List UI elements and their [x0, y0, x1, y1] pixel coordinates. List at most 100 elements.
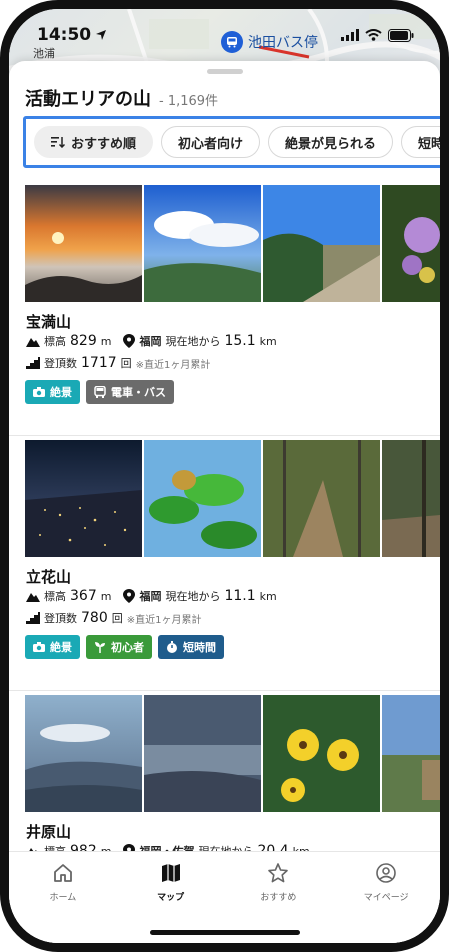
tag-short-time[interactable]: 短時間: [158, 635, 224, 659]
chip-label: 短時: [418, 136, 445, 152]
tab-label: おすすめ: [260, 893, 297, 903]
chip-scenic[interactable]: 絶景が見られる: [268, 126, 394, 158]
mountain-name: 井原山: [26, 823, 72, 841]
mountain-card[interactable]: 宝満山 標高 829 m 福岡 現在地から 15.1 km 登頂数 1717 回 ※直…: [9, 181, 440, 436]
bottom-sheet: 活動エリアの山 - 1,169件 おすすめ順 初心者向け 絶景が見られる 短時: [9, 61, 440, 943]
distance-unit: km: [259, 334, 277, 348]
status-time: 14:50: [37, 25, 107, 45]
tab-label: マイページ: [363, 893, 409, 903]
tag-label: 絶景: [50, 386, 72, 399]
climbs-value: 780: [81, 610, 108, 626]
location-pin-icon: [123, 589, 136, 603]
location-pin-icon: [123, 334, 136, 348]
chip-short-time[interactable]: 短時: [401, 126, 445, 158]
user-icon: [376, 863, 396, 883]
climbs-label: 登頂数: [44, 357, 77, 370]
distance-unit: km: [259, 589, 277, 603]
stairs-icon: [26, 612, 40, 624]
photo-sunset-clouds[interactable]: [25, 185, 142, 302]
signal-icon: [341, 29, 359, 41]
phone-frame: 14:50 池浦 池田バス停 活動エリアの山 - 1,169件 おすすめ順 初心…: [0, 0, 449, 952]
map-icon: [161, 864, 180, 882]
distance-value: 11.1: [224, 588, 256, 604]
photo-purple-flower[interactable]: [382, 185, 440, 302]
photo-green-leaves[interactable]: [144, 440, 261, 557]
photo-strip[interactable]: [25, 185, 440, 302]
result-count: - 1,169件: [159, 94, 219, 109]
photo-yellow-flowers[interactable]: [263, 695, 380, 812]
prefecture-label: 福岡: [139, 335, 162, 348]
mountain-name: 宝満山: [26, 313, 72, 331]
climbs-row: 登頂数 780 回 ※直近1ヶ月累計: [26, 610, 201, 626]
climbs-row: 登頂数 1717 回 ※直近1ヶ月累計: [26, 355, 210, 371]
photo-strip[interactable]: [25, 695, 440, 812]
photo-woodland[interactable]: [382, 440, 440, 557]
climbs-note: ※直近1ヶ月累計: [126, 614, 202, 626]
photo-summit-sign[interactable]: [382, 695, 440, 812]
mountain-card[interactable]: 立花山 標高 367 m 福岡 現在地から 11.1 km 登頂数 780 回 ※直近…: [9, 436, 440, 691]
climbs-unit: 回: [111, 612, 123, 625]
tag-list: 絶景 初心者 短時間: [25, 635, 224, 659]
chip-label: 絶景が見られる: [285, 136, 377, 152]
photo-blue-sky-clouds[interactable]: [144, 185, 261, 302]
distance-label: 現在地から: [165, 590, 221, 603]
tag-scenic[interactable]: 絶景: [25, 380, 80, 404]
camera-icon: [33, 642, 45, 652]
sort-icon: [51, 137, 65, 148]
time-text: 14:50: [37, 25, 92, 45]
photo-misty-ridges[interactable]: [25, 695, 142, 812]
home-indicator: [149, 930, 300, 935]
photo-forest-trail[interactable]: [263, 440, 380, 557]
mountain-list[interactable]: 宝満山 標高 829 m 福岡 現在地から 15.1 km 登頂数 1717 回 ※直…: [9, 181, 440, 943]
climbs-note: ※直近1ヶ月累計: [135, 359, 211, 371]
sprout-icon: [95, 642, 105, 653]
chip-beginner[interactable]: 初心者向け: [161, 126, 261, 158]
location-arrow-icon: [96, 30, 107, 40]
tag-label: 電車・バス: [111, 386, 166, 399]
bus-stop-marker[interactable]: 池田バス停: [221, 31, 318, 53]
sheet-grabber[interactable]: [206, 69, 243, 74]
tag-label: 絶景: [50, 641, 72, 654]
mountain-name: 立花山: [26, 568, 72, 586]
elevation-unit: m: [100, 589, 112, 603]
photo-night-view[interactable]: [25, 440, 142, 557]
bus-stop-label: 池田バス停: [248, 35, 318, 51]
chip-label: 初心者向け: [178, 136, 244, 152]
mountain-meta-row: 標高 367 m 福岡 現在地から 11.1 km: [26, 588, 277, 604]
tag-train-bus[interactable]: 電車・バス: [86, 380, 174, 404]
system-icons: [341, 28, 414, 42]
chip-sort-recommended[interactable]: おすすめ順: [34, 126, 154, 158]
tag-scenic[interactable]: 絶景: [25, 635, 80, 659]
stairs-icon: [26, 357, 40, 369]
bus-icon: [221, 31, 243, 53]
mountain-icon: [26, 593, 40, 602]
distance-value: 15.1: [224, 333, 256, 349]
tab-mypage[interactable]: マイページ: [332, 852, 440, 943]
wifi-icon: [365, 29, 382, 41]
photo-strip[interactable]: [25, 440, 440, 557]
camera-icon: [33, 387, 45, 397]
bus-icon: [94, 386, 106, 398]
elevation-value: 829: [70, 333, 97, 349]
chip-label: おすすめ順: [71, 136, 137, 152]
elevation-unit: m: [100, 334, 112, 348]
tag-label: 短時間: [183, 641, 216, 654]
elevation-label: 標高: [44, 335, 66, 348]
tab-label: マップ: [157, 893, 185, 903]
filter-chip-bar[interactable]: おすすめ順 初心者向け 絶景が見られる 短時: [23, 116, 445, 168]
stopwatch-icon: [167, 641, 177, 653]
sheet-title: 活動エリアの山: [25, 89, 151, 110]
prefecture-label: 福岡: [139, 590, 162, 603]
tag-beginner[interactable]: 初心者: [86, 635, 152, 659]
photo-summit-view[interactable]: [263, 185, 380, 302]
tag-label: 初心者: [111, 641, 144, 654]
tab-label: ホーム: [49, 893, 77, 903]
distance-label: 現在地から: [165, 335, 221, 348]
map-place-label: 池浦: [33, 47, 55, 60]
sheet-header: 活動エリアの山 - 1,169件: [25, 85, 218, 111]
climbs-unit: 回: [120, 357, 132, 370]
elevation-value: 367: [70, 588, 97, 604]
tab-home[interactable]: ホーム: [9, 852, 117, 943]
photo-lake-view[interactable]: [144, 695, 261, 812]
mountain-icon: [26, 338, 40, 347]
